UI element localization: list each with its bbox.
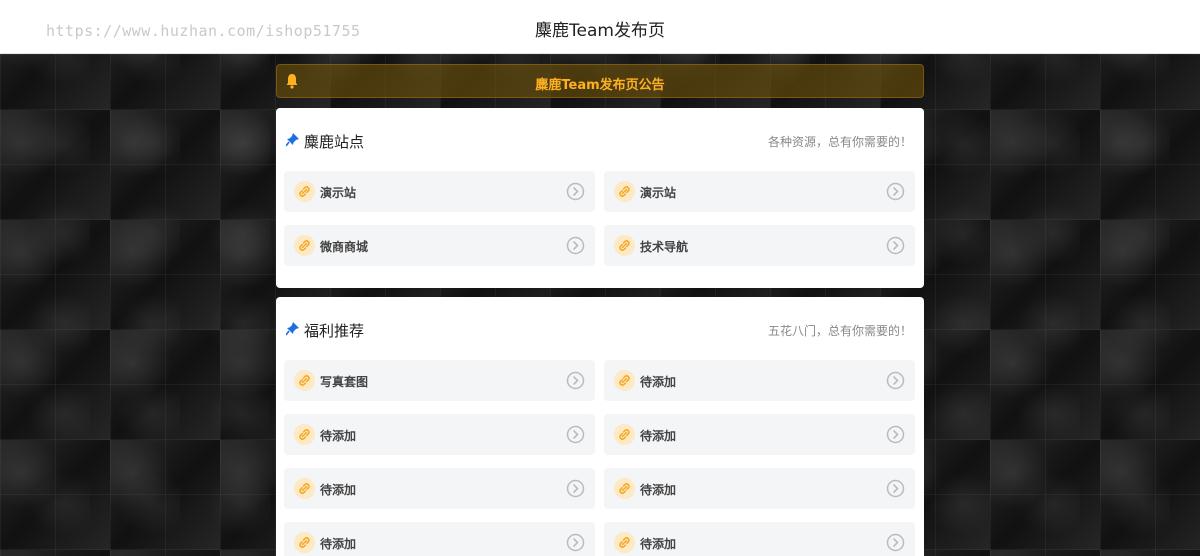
top-bar: https://www.huzhan.com/ishop51755 麋鹿Team… [0, 0, 1200, 54]
link-label: 待添加 [640, 483, 677, 497]
section-subtitle: 五花八门，总有你需要的！ [767, 324, 912, 338]
link-label: 待添加 [640, 537, 677, 551]
section-subtitle: 各种资源，总有你需要的！ [767, 135, 912, 149]
chevron-right-circle-icon [566, 371, 585, 390]
link-label: 技术导航 [640, 240, 689, 254]
announcement-bar[interactable]: 麋鹿Team发布页公告 [276, 64, 924, 98]
link-label: 演示站 [320, 186, 357, 200]
link-icon [294, 424, 315, 445]
section-header: 麋鹿站点 各种资源，总有你需要的！ [276, 108, 924, 170]
chevron-right-circle-icon [566, 533, 585, 552]
link-icon [614, 478, 635, 499]
link-label: 待添加 [320, 429, 357, 443]
chevron-right-circle-icon [566, 236, 585, 255]
pin-icon [286, 133, 299, 147]
link-item[interactable]: 待添加 [604, 522, 915, 556]
link-item[interactable]: 演示站 [284, 171, 595, 212]
link-icon [294, 478, 315, 499]
page-title: 麋鹿Team发布页 [535, 21, 665, 41]
link-item[interactable]: 演示站 [604, 171, 915, 212]
link-item[interactable]: 待添加 [284, 522, 595, 556]
chevron-right-circle-icon [886, 236, 905, 255]
chevron-right-circle-icon [566, 425, 585, 444]
link-item[interactable]: 待添加 [604, 414, 915, 455]
link-icon [294, 181, 315, 202]
section-header: 福利推荐 五花八门，总有你需要的！ [276, 297, 924, 359]
chevron-right-circle-icon [566, 479, 585, 498]
section-card-recommend: 福利推荐 五花八门，总有你需要的！ 写真套图 待添加 待添加 待添加 待添加 待… [276, 297, 924, 556]
section-title: 麋鹿站点 [304, 133, 365, 151]
link-icon [294, 370, 315, 391]
link-label: 演示站 [640, 186, 677, 200]
chevron-right-circle-icon [566, 182, 585, 201]
link-icon [294, 235, 315, 256]
link-item[interactable]: 待添加 [284, 414, 595, 455]
link-icon [294, 532, 315, 553]
announcement-text: 麋鹿Team发布页公告 [535, 78, 665, 93]
link-label: 微商商城 [320, 240, 369, 254]
link-item[interactable]: 写真套图 [284, 360, 595, 401]
link-icon [614, 181, 635, 202]
link-item[interactable]: 待添加 [284, 468, 595, 509]
chevron-right-circle-icon [886, 479, 905, 498]
link-icon [614, 424, 635, 445]
link-item[interactable]: 待添加 [604, 468, 915, 509]
link-label: 待添加 [640, 375, 677, 389]
pin-icon [286, 322, 299, 336]
link-label: 待添加 [320, 483, 357, 497]
link-label: 待添加 [320, 537, 357, 551]
link-item[interactable]: 微商商城 [284, 225, 595, 266]
chevron-right-circle-icon [886, 533, 905, 552]
section-card-sites: 麋鹿站点 各种资源，总有你需要的！ 演示站 演示站 微商商城 技术导航 [276, 108, 924, 288]
link-icon [614, 370, 635, 391]
link-item[interactable]: 待添加 [604, 360, 915, 401]
chevron-right-circle-icon [886, 371, 905, 390]
link-label: 待添加 [640, 429, 677, 443]
link-icon [614, 235, 635, 256]
link-item[interactable]: 技术导航 [604, 225, 915, 266]
section-title: 福利推荐 [304, 322, 365, 340]
link-icon [614, 532, 635, 553]
link-label: 写真套图 [320, 375, 369, 389]
chevron-right-circle-icon [886, 425, 905, 444]
chevron-right-circle-icon [886, 182, 905, 201]
